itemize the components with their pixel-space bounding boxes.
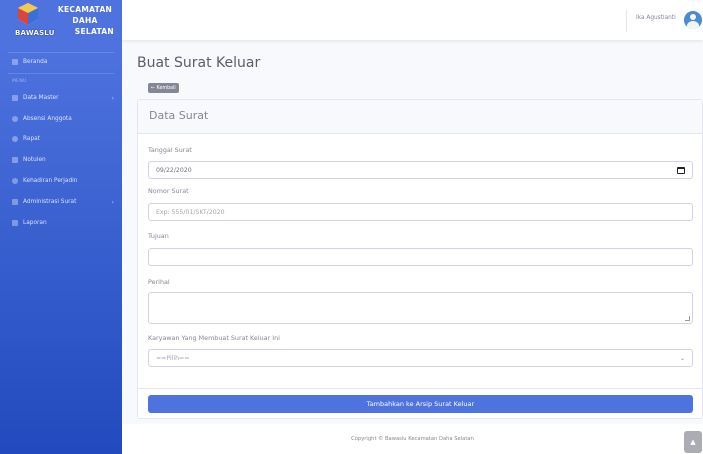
user-check-icon: [12, 116, 18, 122]
tanggal-date-input[interactable]: 09/22/2020: [148, 161, 693, 179]
brand-line-3: SELATAN: [74, 27, 114, 36]
sidebar-item-notulen[interactable]: Notulen: [0, 153, 122, 167]
bawaslu-logo-icon: [18, 3, 38, 25]
brand-line-2: DAHA: [72, 16, 98, 25]
tujuan-input[interactable]: [148, 248, 693, 266]
karyawan-select[interactable]: ==Pilih== ⌄: [148, 349, 693, 367]
users-icon: [12, 136, 18, 142]
sidebar-item-label: Beranda: [23, 59, 48, 65]
calendar-icon[interactable]: [677, 167, 685, 174]
sidebar-item-administrasi-surat[interactable]: Administrasi Surat ›: [0, 195, 122, 209]
perihal-textarea[interactable]: [148, 292, 693, 324]
nomor-label: Nomor Surat: [148, 187, 189, 195]
sidebar-item-label: Notulen: [23, 157, 46, 163]
submit-button[interactable]: Tambahkan ke Arsip Surat Keluar: [148, 395, 693, 413]
file-icon: [12, 157, 18, 163]
perihal-label: Perihal: [148, 278, 170, 286]
tujuan-label: Tujuan: [148, 232, 169, 240]
card-footer-divider: [138, 388, 702, 389]
card-title: Data Surat: [149, 109, 209, 122]
brand-title: KECAMATAN DAHA SELATAN: [52, 4, 118, 37]
back-button[interactable]: ← Kembali: [148, 83, 179, 93]
user-avatar-icon[interactable]: [684, 11, 702, 29]
sidebar-item-label: Data Master: [23, 95, 59, 101]
report-icon: [12, 220, 18, 226]
brand-line-1: KECAMATAN: [57, 5, 113, 14]
sidebar-item-label: Rapat: [23, 136, 40, 142]
tanggal-label: Tanggal Surat: [148, 146, 192, 154]
page-title: Buat Surat Keluar: [137, 55, 261, 71]
sidebar-item-absensi-anggota[interactable]: Absensi Anggota: [0, 112, 122, 126]
folder-icon: [12, 95, 18, 101]
sidebar: BAWASLU KECAMATAN DAHA SELATAN Beranda M…: [0, 0, 122, 454]
sidebar-item-label: Absensi Anggota: [23, 116, 72, 122]
sidebar-item-kehadiran-perjadin[interactable]: Kehadiran Perjadin: [0, 174, 122, 188]
tanggal-value: 09/22/2020: [156, 166, 192, 174]
nomor-surat-input[interactable]: Exp: 555/01/SKT/2020: [148, 203, 693, 221]
dashboard-icon: [12, 59, 18, 65]
sidebar-brand[interactable]: BAWASLU KECAMATAN DAHA SELATAN: [0, 0, 122, 44]
sidebar-divider: [8, 52, 114, 53]
chevron-right-icon: ›: [111, 94, 114, 102]
sidebar-item-beranda[interactable]: Beranda: [0, 55, 122, 69]
chevron-down-icon: ⌄: [679, 355, 685, 362]
avatar-head: [690, 14, 696, 20]
card-header: Data Surat: [138, 100, 702, 134]
sidebar-divider: [8, 73, 114, 74]
chevron-right-icon: ›: [111, 198, 114, 206]
copyright-text: Copyright © Bawaslu Kecamatan Daha Selat…: [351, 436, 474, 442]
avatar-body: [687, 21, 699, 29]
sidebar-item-rapat[interactable]: Rapat: [0, 132, 122, 146]
karyawan-label: Karyawan Yang Membuat Surat Keluar Ini: [148, 334, 280, 342]
topbar-divider: [626, 10, 627, 32]
resize-handle-icon[interactable]: [685, 316, 690, 321]
mail-icon: [12, 199, 18, 205]
sidebar-item-laporan[interactable]: Laporan: [0, 216, 122, 230]
scroll-to-top-button[interactable]: ▲: [684, 431, 702, 453]
sidebar-heading: MENU: [12, 79, 27, 84]
car-icon: [12, 178, 18, 184]
sidebar-item-label: Laporan: [23, 220, 47, 226]
karyawan-selected: ==Pilih==: [156, 354, 190, 362]
topbar: Ika Agustianti: [122, 0, 703, 40]
logo-wordmark: BAWASLU: [15, 29, 55, 37]
sidebar-item-data-master[interactable]: Data Master ›: [0, 91, 122, 105]
nomor-placeholder: Exp: 555/01/SKT/2020: [156, 208, 225, 216]
user-name[interactable]: Ika Agustianti: [636, 15, 676, 21]
footer: Copyright © Bawaslu Kecamatan Daha Selat…: [122, 424, 703, 454]
sidebar-item-label: Administrasi Surat: [23, 199, 77, 205]
sidebar-item-label: Kehadiran Perjadin: [23, 178, 78, 184]
